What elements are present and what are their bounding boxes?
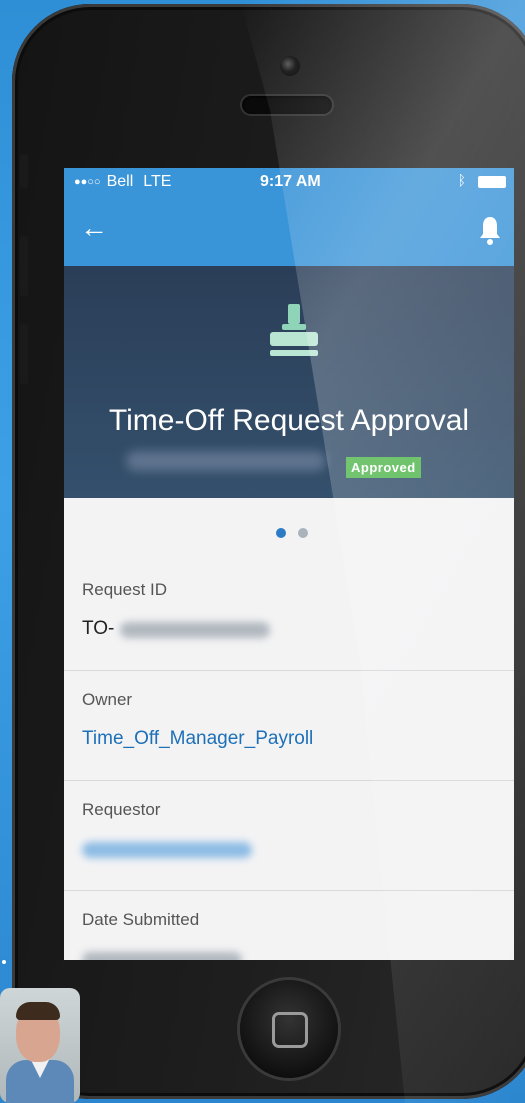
request-title: Time-Off Request Approval <box>108 404 470 437</box>
request-id-redacted <box>120 622 270 638</box>
page-dot-active[interactable] <box>276 528 286 538</box>
front-camera <box>280 56 300 76</box>
stamp-icon <box>270 304 318 356</box>
status-badge: Approved <box>346 457 421 478</box>
field-value: TO- <box>82 618 115 639</box>
field-label: Requestor <box>82 800 161 819</box>
date-submitted-field: Date Submitted <box>64 890 514 960</box>
field-label: Request ID <box>82 580 168 599</box>
volume-up-button <box>20 236 28 296</box>
date-submitted-redacted <box>82 952 242 960</box>
phone-frame: ●●○○ Bell LTE 9:17 AM ᛒ ← Time-Off Reque… <box>12 4 525 1099</box>
page-indicator[interactable] <box>276 528 308 538</box>
mute-switch <box>20 154 28 188</box>
volume-down-button <box>20 324 28 384</box>
nav-bar: ← <box>64 196 514 266</box>
signal-strength: ●●○○ <box>74 176 101 188</box>
requestor-field: Requestor <box>64 780 514 891</box>
edge-mark <box>2 960 6 964</box>
avatar-hair <box>16 1002 60 1020</box>
status-bar: ●●○○ Bell LTE 9:17 AM ᛒ <box>64 168 514 196</box>
battery-icon <box>478 176 506 188</box>
network-type: LTE <box>143 173 172 190</box>
field-label: Date Submitted <box>82 910 200 929</box>
request-id-field: Request ID TO- <box>64 560 514 671</box>
owner-field: Owner Time_Off_Manager_Payroll <box>64 670 514 781</box>
home-square-icon <box>272 1012 308 1048</box>
field-label: Owner <box>82 690 133 709</box>
back-arrow-icon[interactable]: ← <box>80 214 108 242</box>
owner-link[interactable]: Time_Off_Manager_Payroll <box>82 728 313 750</box>
page-dot[interactable] <box>298 528 308 538</box>
presenter-avatar <box>0 988 80 1103</box>
home-button[interactable] <box>240 980 338 1078</box>
hero-header: Time-Off Request Approval Approved <box>64 266 514 498</box>
carrier-name: Bell <box>106 173 134 190</box>
bluetooth-icon: ᛒ <box>457 172 466 188</box>
status-time: 9:17 AM <box>260 173 321 190</box>
requestor-name-redacted <box>126 451 326 471</box>
bell-icon[interactable] <box>478 215 502 245</box>
phone-screen: ●●○○ Bell LTE 9:17 AM ᛒ ← Time-Off Reque… <box>64 168 514 960</box>
earpiece-speaker <box>242 96 332 114</box>
requestor-redacted[interactable] <box>82 842 252 858</box>
